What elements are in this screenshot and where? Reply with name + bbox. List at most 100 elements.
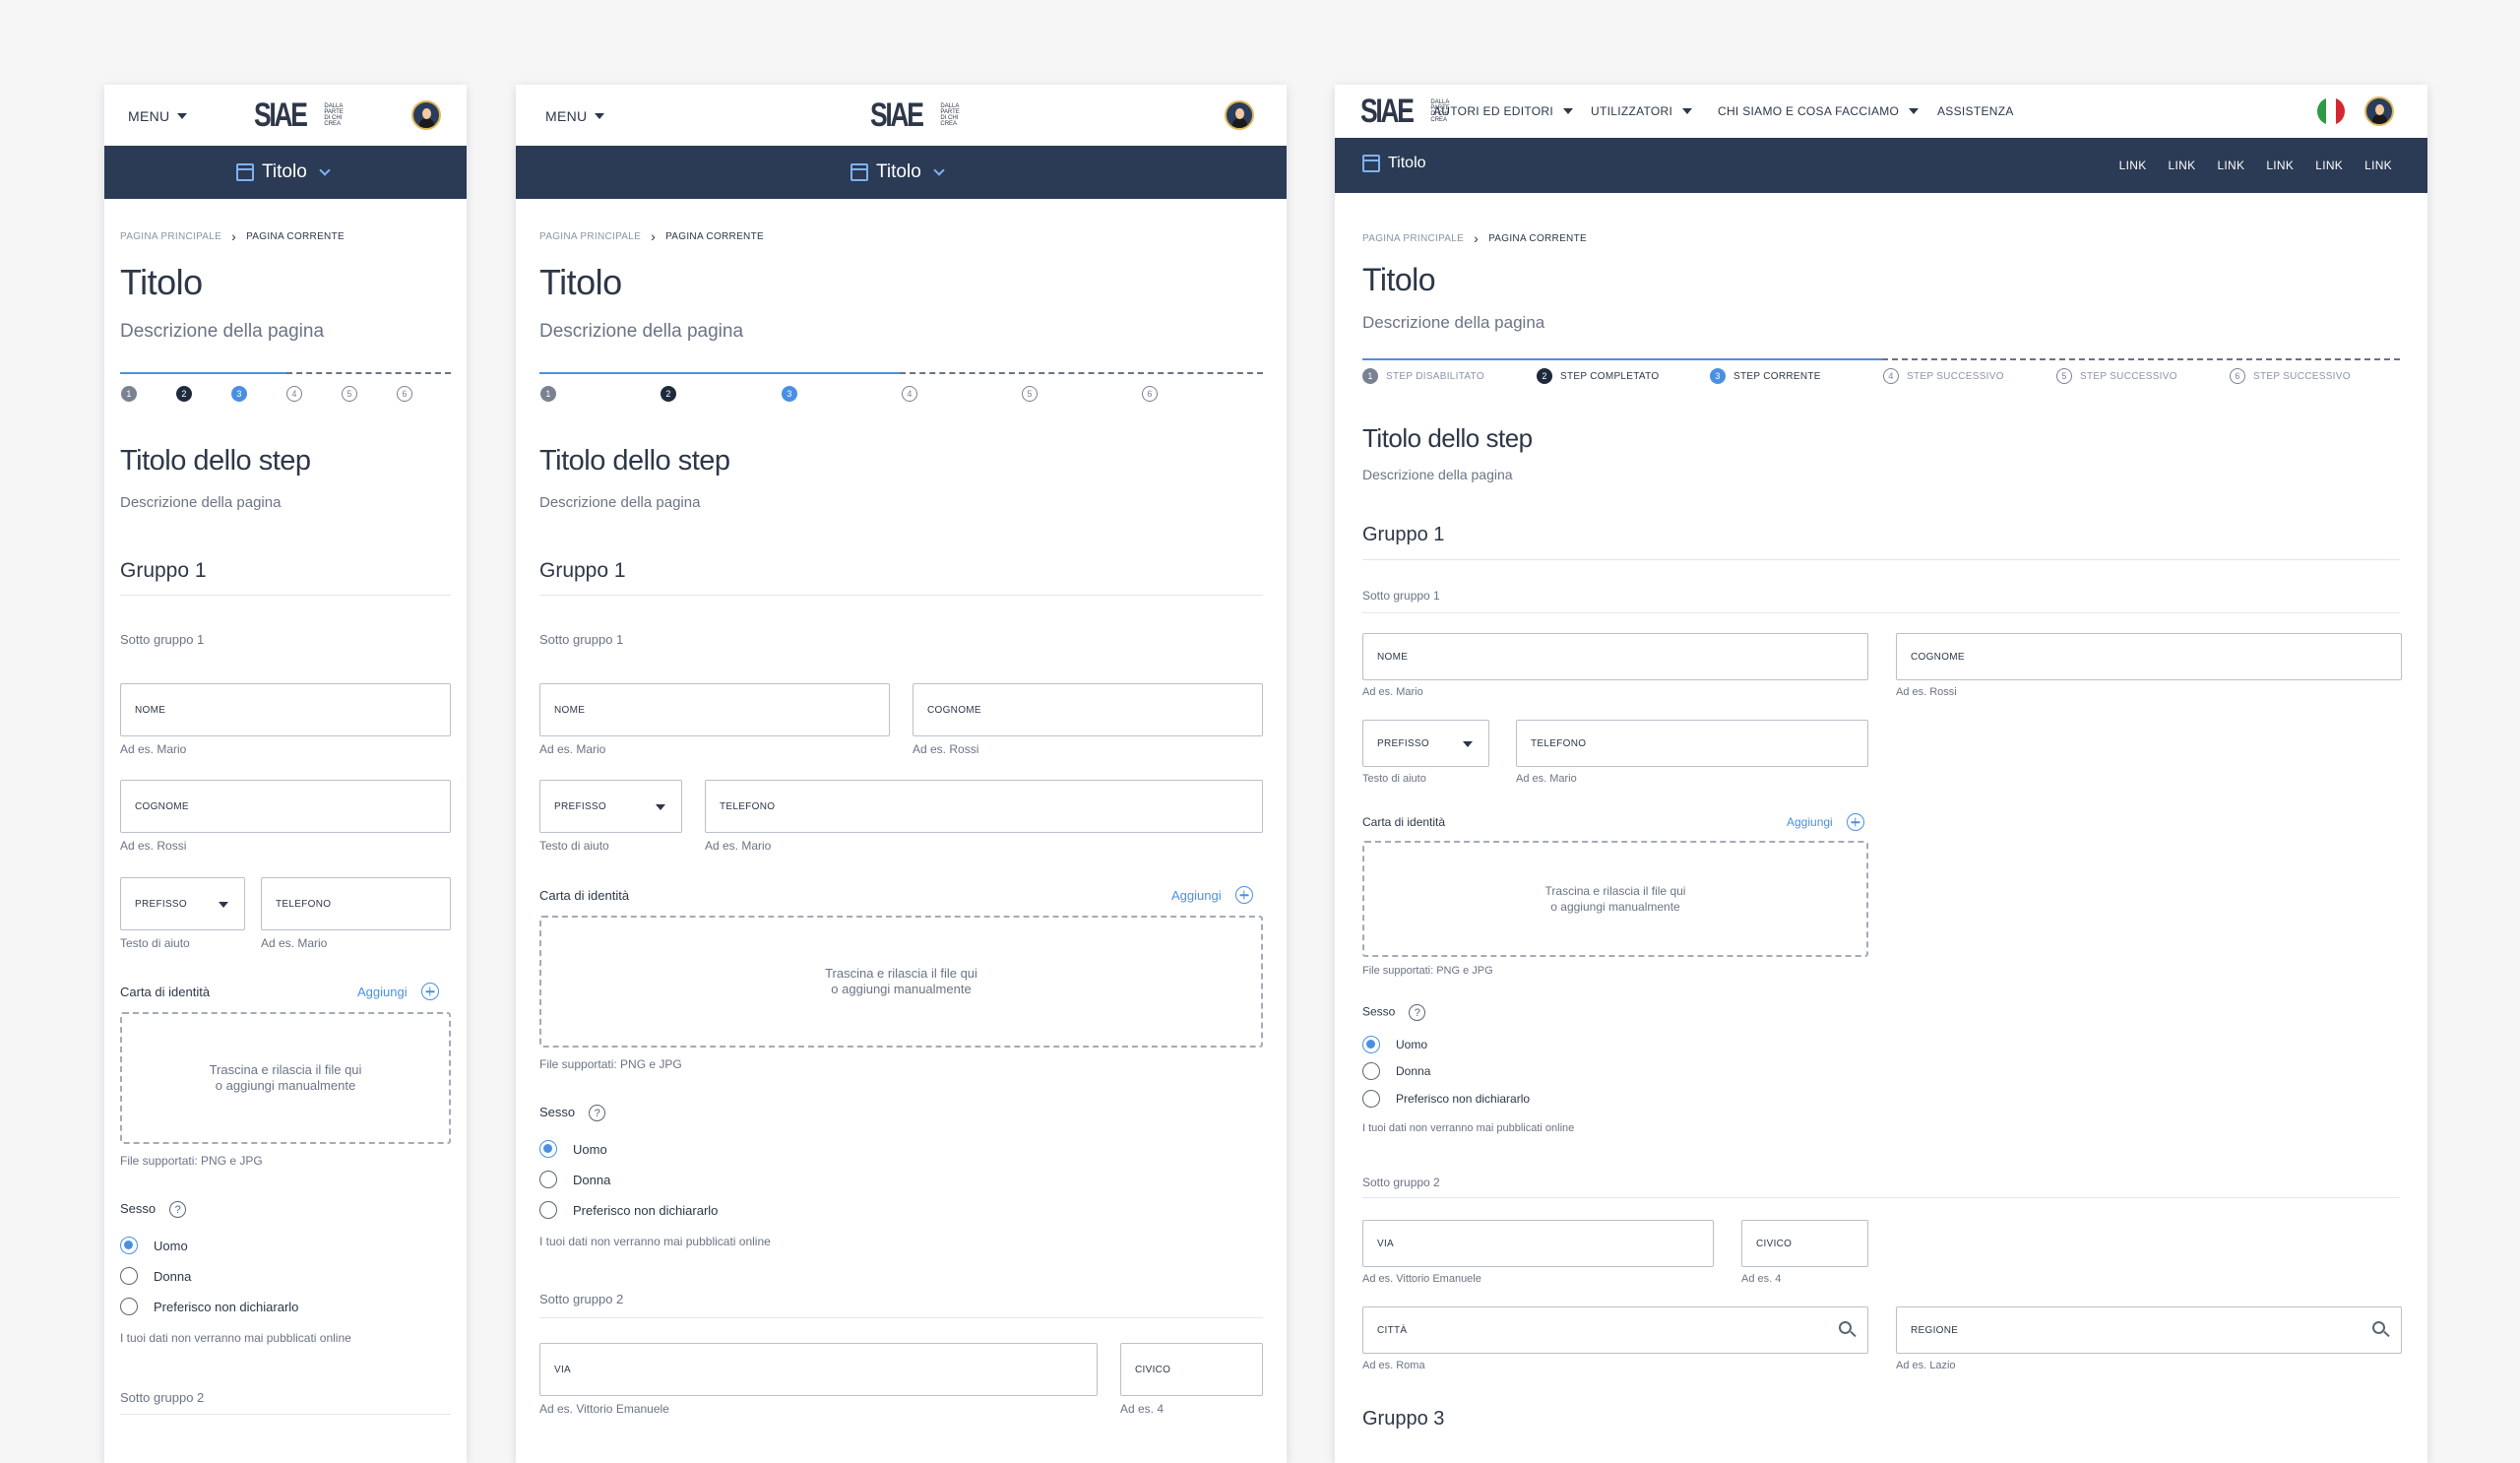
cognome-field[interactable]: COGNOME [913,683,1263,736]
caret-down-icon [656,804,665,810]
caret-down-icon [595,113,605,119]
plus-icon [420,983,439,1000]
file-dropzone[interactable]: Trascina e rilascia il file qui o aggiung… [539,916,1263,1048]
prefisso-select[interactable]: PREFISSO [120,877,245,930]
radio-non-dichiarato[interactable]: Preferisco non dichiararlo [120,1298,298,1315]
italy-flag-icon[interactable] [2317,97,2345,125]
section-link[interactable]: LINK [2169,159,2196,172]
progress-remaining [286,372,451,374]
add-file-button[interactable]: Aggiungi [1787,813,1864,831]
section-link[interactable]: LINK [2315,159,2343,172]
via-field[interactable]: VIA [1362,1220,1714,1267]
regione-field[interactable]: REGIONE [1896,1306,2402,1354]
nome-field[interactable]: NOME [120,683,451,736]
radio-non-dichiarato[interactable]: Preferisco non dichiararlo [1362,1090,1530,1108]
radio-uomo[interactable]: Uomo [120,1237,188,1254]
chevron-down-icon [319,164,331,176]
calendar-icon [236,163,254,181]
search-icon[interactable] [1839,1321,1852,1334]
breadcrumb: PAGINA PRINCIPALE › PAGINA CORRENTE [120,228,345,244]
page-description: Descrizione della pagina [120,321,325,342]
logo-word: SIAE [254,96,308,134]
nav-utilizzatori[interactable]: UTILIZZATORI [1591,104,1693,118]
civico-hint: Ad es. 4 [1741,1273,1782,1285]
avatar[interactable] [1225,100,1254,130]
nav-assistenza[interactable]: ASSISTENZA [1937,104,2014,118]
step-2[interactable]: 2 [661,386,676,402]
help-icon[interactable]: ? [169,1201,187,1219]
section-link[interactable]: LINK [2266,159,2294,172]
radio-uomo[interactable]: Uomo [539,1140,607,1158]
search-icon[interactable] [2372,1321,2385,1334]
divider [1362,559,2400,560]
step-3[interactable]: 3 [231,386,247,402]
siae-logo[interactable]: SIAE DALLA PARTE DI CHI CREA [254,98,347,132]
breadcrumb-home[interactable]: PAGINA PRINCIPALE [539,231,641,242]
via-field[interactable]: VIA [539,1343,1098,1396]
nav-chi-siamo[interactable]: CHI SIAMO E COSA FACCIAMO [1718,104,1920,118]
nome-hint: Ad es. Mario [120,742,187,756]
progress-remaining [900,372,1263,374]
avatar[interactable] [2364,96,2394,126]
menu-button[interactable]: MENU [128,108,188,124]
nav-autori[interactable]: AUTORI ED EDITORI [1433,104,1574,118]
step-6: 6 [1142,386,1158,402]
via-hint: Ad es. Vittorio Emanuele [539,1402,669,1416]
radio-donna[interactable]: Donna [1362,1062,1430,1080]
breadcrumb-current: PAGINA CORRENTE [246,230,345,242]
prefisso-select[interactable]: PREFISSO [1362,720,1489,767]
add-file-button[interactable]: Aggiungi [357,983,439,1000]
sesso-label: Sesso? [539,1105,606,1122]
section-link[interactable]: LINK [2364,159,2392,172]
avatar[interactable] [411,100,441,130]
step-3[interactable]: 3 STEP CORRENTE [1710,368,1821,384]
cognome-field[interactable]: COGNOME [120,780,451,833]
civico-field[interactable]: CIVICO [1120,1343,1263,1396]
title-bar[interactable]: Titolo [516,146,1287,199]
telefono-hint: Ad es. Mario [1516,773,1577,785]
add-file-button[interactable]: Aggiungi [1171,886,1253,904]
divider [1362,612,2400,613]
step-title: Titolo dello step [1362,423,1533,453]
radio-donna[interactable]: Donna [539,1171,610,1188]
file-dropzone[interactable]: Trascina e rilascia il file qui o aggiung… [1362,841,1868,957]
radio-uomo[interactable]: Uomo [1362,1036,1427,1053]
citta-hint: Ad es. Roma [1362,1360,1425,1371]
plus-icon [1234,886,1253,904]
section-link[interactable]: LINK [2217,159,2244,172]
citta-field[interactable]: CITTÀ [1362,1306,1868,1354]
progress-complete [539,372,900,374]
telefono-field[interactable]: TELEFONO [705,780,1263,833]
section-links: LINK LINK LINK LINK LINK LINK [2119,159,2392,172]
siae-logo[interactable]: SIAE DALLA PARTE DI CHI CREA [870,98,964,132]
civico-hint: Ad es. 4 [1120,1402,1165,1416]
step-2[interactable]: 2 STEP COMPLETATO [1537,368,1659,384]
top-bar: MENU SIAE DALLA PARTE DI CHI CREA [104,85,467,146]
help-icon[interactable]: ? [589,1105,606,1122]
page-description: Descrizione della pagina [539,321,744,342]
prefisso-hint: Testo di aiuto [120,936,190,950]
title-bar[interactable]: Titolo [104,146,467,199]
progress-remaining [1882,358,2400,360]
radio-donna[interactable]: Donna [120,1267,191,1285]
logo-tagline: DALLA PARTE DI CHI CREA [940,103,960,127]
breadcrumb-home[interactable]: PAGINA PRINCIPALE [1362,233,1464,244]
nome-field[interactable]: NOME [539,683,890,736]
nome-field[interactable]: NOME [1362,633,1868,680]
step-3[interactable]: 3 [782,386,797,402]
breadcrumb-home[interactable]: PAGINA PRINCIPALE [120,231,221,242]
radio-non-dichiarato[interactable]: Preferisco non dichiararlo [539,1201,718,1219]
chevron-right-icon: › [651,228,657,244]
caret-down-icon [1563,108,1574,114]
prefisso-select[interactable]: PREFISSO [539,780,682,833]
civico-field[interactable]: CIVICO [1741,1220,1868,1267]
menu-button[interactable]: MENU [545,108,605,124]
help-icon[interactable]: ? [1409,1004,1426,1021]
telefono-field[interactable]: TELEFONO [1516,720,1868,767]
telefono-field[interactable]: TELEFONO [261,877,451,930]
section-link[interactable]: LINK [2119,159,2147,172]
file-dropzone[interactable]: Trascina e rilascia il file qui o aggiung… [120,1012,451,1144]
page-title: Titolo [120,262,203,302]
step-2[interactable]: 2 [176,386,192,402]
cognome-field[interactable]: COGNOME [1896,633,2402,680]
